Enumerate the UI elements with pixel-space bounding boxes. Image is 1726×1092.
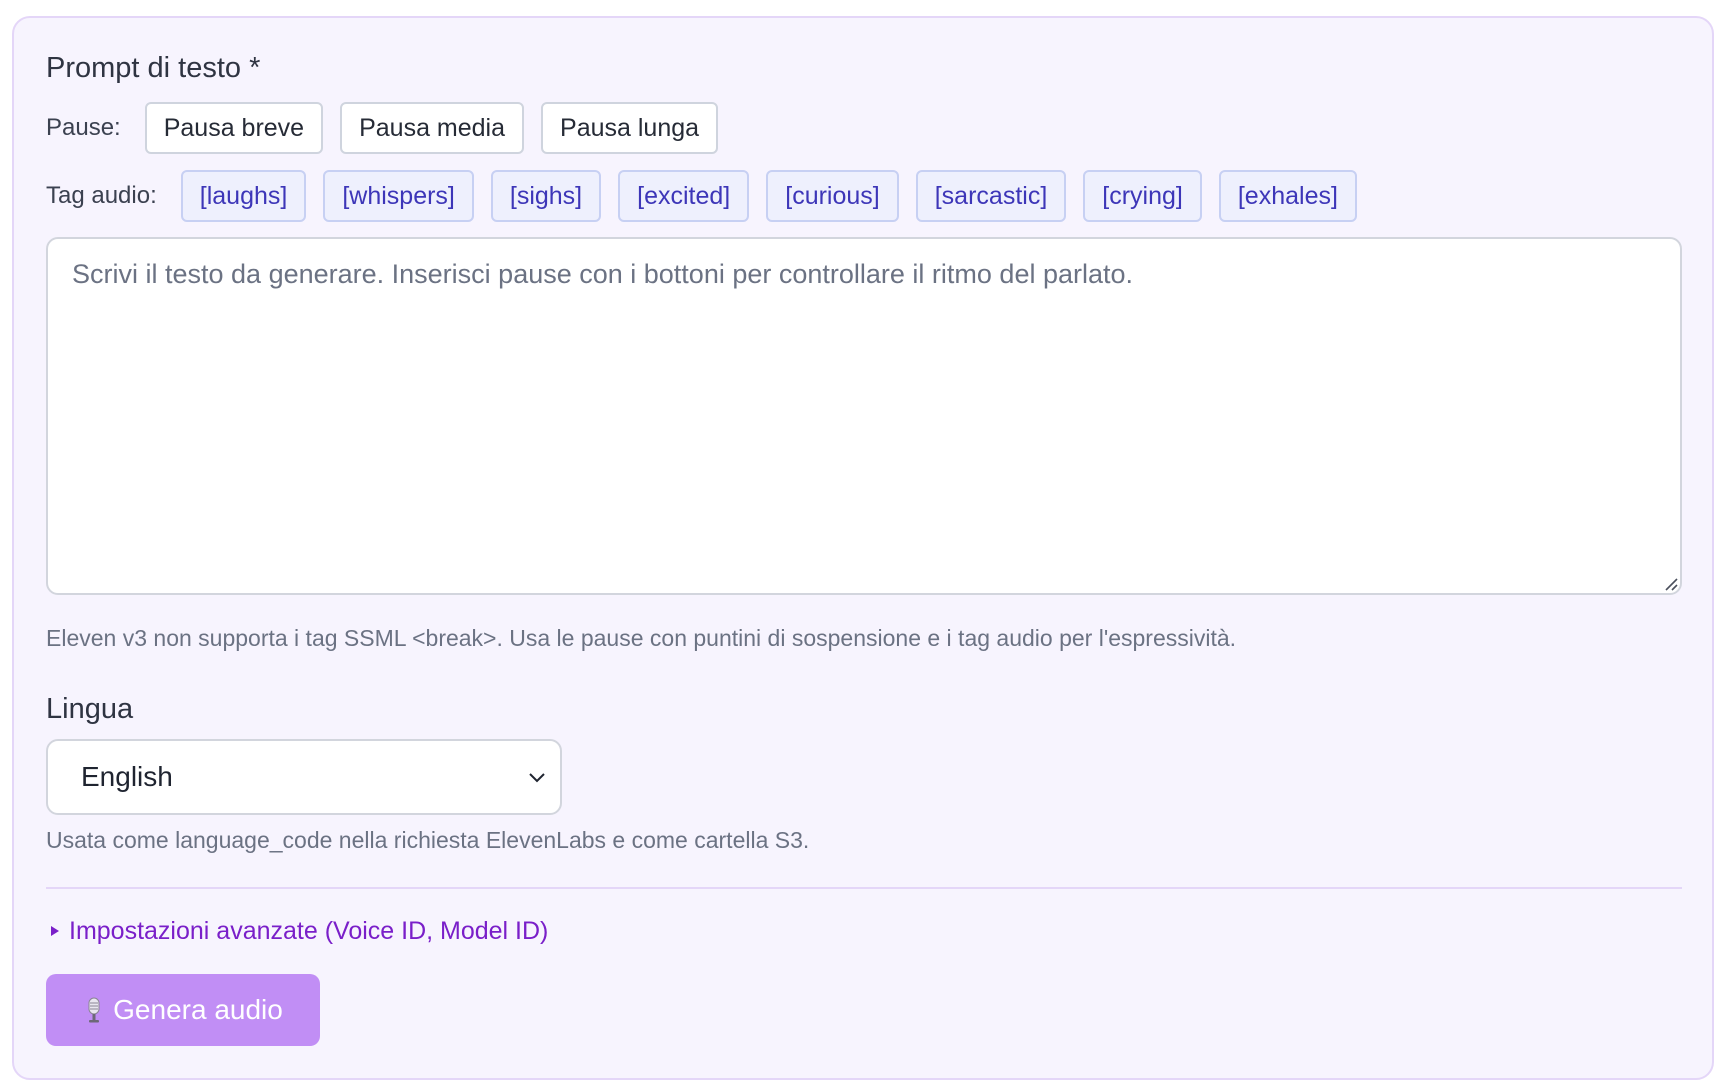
audio-tag-row: Tag audio: [laughs] [whispers] [sighs] [… bbox=[46, 170, 1682, 222]
generate-audio-button[interactable]: Genera audio bbox=[46, 974, 320, 1046]
pause-short-button[interactable]: Pausa breve bbox=[144, 102, 324, 154]
resize-handle-icon[interactable] bbox=[1662, 575, 1678, 591]
form-body: Prompt di testo * Pause: Pausa breve Pau… bbox=[46, 48, 1682, 1046]
tag-exhales-button[interactable]: [exhales] bbox=[1218, 170, 1357, 222]
generate-audio-label: Genera audio bbox=[113, 994, 283, 1025]
advanced-settings-label: Impostazioni avanzate (Voice ID, Model I… bbox=[69, 916, 549, 945]
chevron-down-icon bbox=[529, 773, 545, 783]
prompt-help-text: Eleven v3 non supporta i tag SSML <break… bbox=[46, 625, 1237, 651]
form-card: Prompt di testo * Pause: Pausa breve Pau… bbox=[12, 16, 1714, 1080]
language-title: Lingua bbox=[46, 693, 134, 725]
microphone-icon bbox=[88, 997, 100, 1023]
tag-sarcastic-button[interactable]: [sarcastic] bbox=[915, 170, 1067, 222]
prompt-textarea-wrapper bbox=[46, 237, 1682, 595]
tag-curious-button[interactable]: [curious] bbox=[766, 170, 899, 222]
pause-medium-button[interactable]: Pausa media bbox=[340, 102, 525, 154]
pause-long-button[interactable]: Pausa lunga bbox=[541, 102, 719, 154]
audio-tag-label: Tag audio: bbox=[46, 182, 157, 209]
tag-sighs-button[interactable]: [sighs] bbox=[490, 170, 602, 222]
tag-laughs-button[interactable]: [laughs] bbox=[180, 170, 307, 222]
tag-whispers-button[interactable]: [whispers] bbox=[323, 170, 474, 222]
language-selected-value: English bbox=[81, 761, 173, 792]
prompt-title: Prompt di testo * bbox=[46, 52, 261, 84]
pause-label: Pause: bbox=[46, 114, 121, 141]
tag-crying-button[interactable]: [crying] bbox=[1083, 170, 1202, 222]
advanced-settings-toggle[interactable]: Impostazioni avanzate (Voice ID, Model I… bbox=[46, 914, 1682, 948]
language-select[interactable]: English bbox=[46, 739, 562, 815]
tag-excited-button[interactable]: [excited] bbox=[618, 170, 750, 222]
language-help-text: Usata come language_code nella richiesta… bbox=[46, 827, 810, 853]
prompt-textarea[interactable] bbox=[46, 237, 1682, 595]
caret-right-icon bbox=[51, 926, 59, 936]
pause-row: Pause: Pausa breve Pausa media Pausa lun… bbox=[46, 102, 1682, 154]
section-divider bbox=[46, 887, 1682, 889]
